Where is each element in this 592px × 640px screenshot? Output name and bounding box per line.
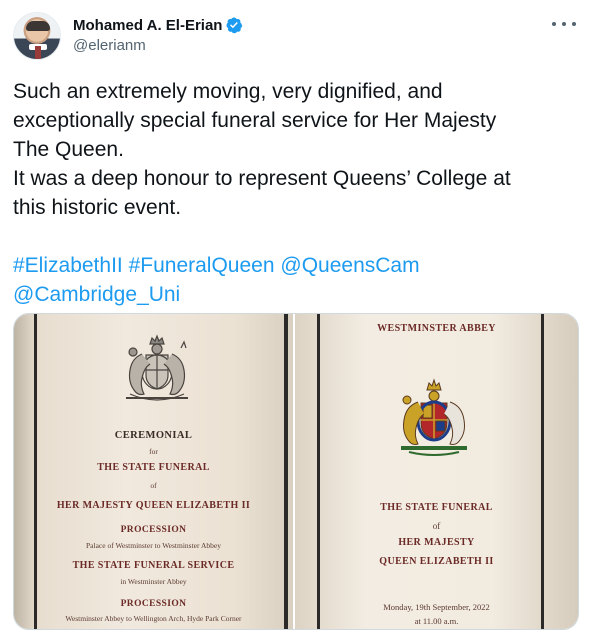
more-dot [562,22,566,26]
service-heading: THE STATE FUNERAL SERVICE [72,560,235,571]
for-text: for [149,447,158,456]
avatar-hair [26,21,50,31]
more-dot [572,22,576,26]
more-options-icon[interactable] [552,14,576,34]
ceremonial-heading: CEREMONIAL [114,430,193,441]
queen-heading: HER MAJESTY QUEEN ELIZABETH II [56,500,251,511]
tweet-line: exceptionally special funeral service fo… [13,109,497,132]
hashtag-line: #ElizabethII #FuneralQueen @QueensCam [13,251,579,280]
verified-badge-icon [226,17,243,34]
royal-coat-of-arms-color-icon [401,378,467,456]
procession-route-2: Westminster Abbey to Wellington Arch, Hy… [65,614,242,623]
hashtag-line: @Cambridge_Uni [13,280,579,309]
author-name-row[interactable]: Mohamed A. El-Erian [73,15,243,35]
state-funeral-heading: THE STATE FUNERAL [380,502,493,513]
tweet-line: The Queen. [13,138,124,161]
tweet-line: this historic event. [13,196,182,219]
mention-queenscam[interactable]: @QueensCam [280,254,419,277]
service-time: at 11.00 a.m. [414,616,459,626]
more-dot [552,22,556,26]
avatar-tie [35,46,41,59]
photo-order-of-service-left[interactable]: CEREMONIAL for THE STATE FUNERAL of HER … [14,314,293,629]
media-grid: CEREMONIAL for THE STATE FUNERAL of HER … [13,313,579,630]
binding-edge [541,314,544,629]
hashtag-elizabethii[interactable]: #ElizabethII [13,254,123,277]
mention-cambridge-uni[interactable]: @Cambridge_Uni [13,283,180,306]
abbey-header: WESTMINSTER ABBEY [377,323,496,334]
procession-heading-2: PROCESSION [120,599,187,609]
tweet-line: Such an extremely moving, very dignified… [13,80,443,103]
tweet: Mohamed A. El-Erian @elerianm Such an ex… [0,0,592,640]
service-date: Monday, 19th September, 2022 [383,602,490,612]
queen-heading: QUEEN ELIZABETH II [379,556,494,567]
her-majesty-heading: HER MAJESTY [398,537,475,548]
avatar[interactable] [13,12,61,60]
procession-route: Palace of Westminster to Westminster Abb… [86,541,221,550]
state-funeral-heading: THE STATE FUNERAL [97,462,210,473]
hashtag-funeralqueen[interactable]: #FuneralQueen [129,254,275,277]
tweet-text: Such an extremely moving, very dignified… [13,77,579,309]
binding-edge [317,314,320,629]
service-place: in Westminster Abbey [120,577,187,586]
photo-order-of-service-right[interactable]: WESTMINSTER ABBEY THE STATE FUNERAL of H… [295,314,578,629]
of-text: of [150,481,157,490]
royal-coat-of-arms-icon [126,334,188,401]
procession-heading: PROCESSION [120,525,187,535]
author-handle[interactable]: @elerianm [73,37,146,54]
of-text: of [432,521,441,531]
tweet-line: It was a deep honour to represent Queens… [13,167,511,190]
display-name[interactable]: Mohamed A. El-Erian [73,17,222,34]
